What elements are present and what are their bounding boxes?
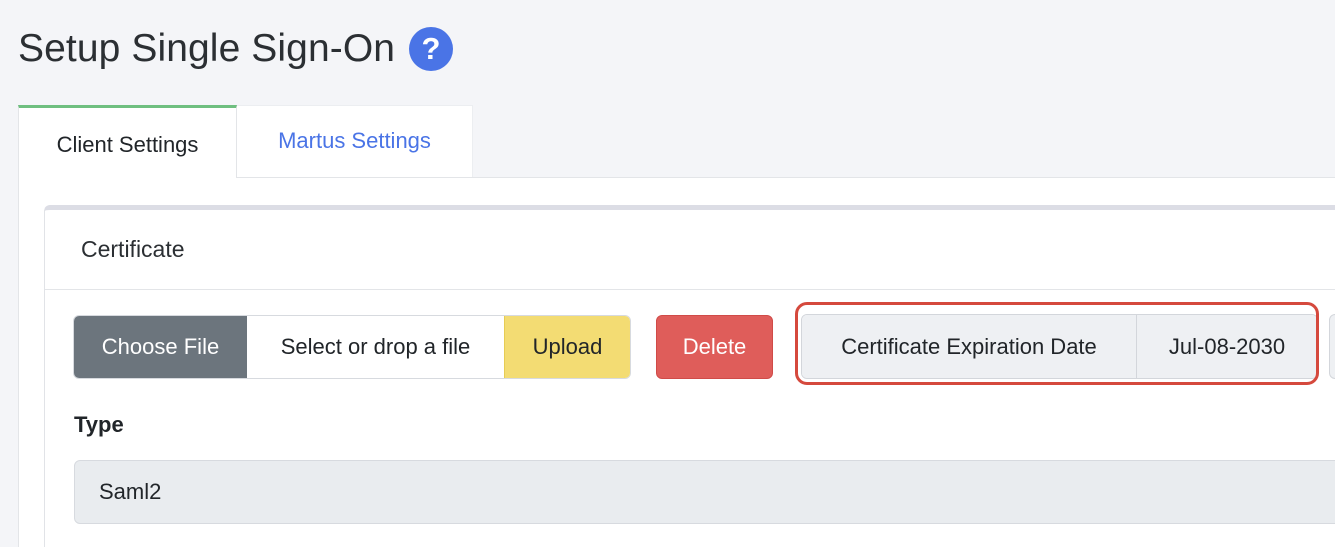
page-title: Setup Single Sign-On ? — [18, 22, 454, 76]
tab-martus-settings[interactable]: Martus Settings — [237, 105, 473, 177]
settings-tabs: Client Settings Martus Settings — [18, 105, 473, 178]
page-title-text: Setup Single Sign-On — [18, 27, 396, 70]
help-icon[interactable]: ? — [409, 27, 454, 71]
upload-button[interactable]: Upload — [504, 316, 630, 378]
file-drop-field[interactable]: Select or drop a file — [247, 316, 504, 378]
type-field: Saml2 — [74, 460, 1335, 524]
adjacent-field-edge — [1329, 314, 1335, 379]
choose-file-button[interactable]: Choose File — [74, 316, 247, 378]
delete-button[interactable]: Delete — [656, 315, 773, 379]
tab-client-settings[interactable]: Client Settings — [18, 105, 237, 178]
certificate-card-header: Certificate — [45, 210, 1335, 290]
type-label: Type — [74, 412, 124, 437]
highlight-annotation-box — [795, 302, 1319, 385]
file-upload-group: Choose File Select or drop a file Upload — [73, 315, 631, 379]
